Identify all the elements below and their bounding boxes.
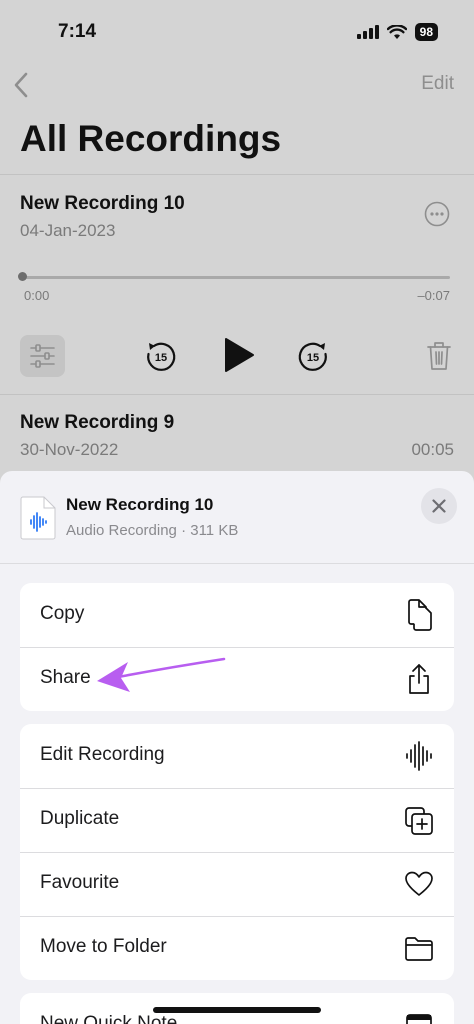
home-indicator [153, 1007, 321, 1013]
highlight-arrow [97, 657, 226, 692]
